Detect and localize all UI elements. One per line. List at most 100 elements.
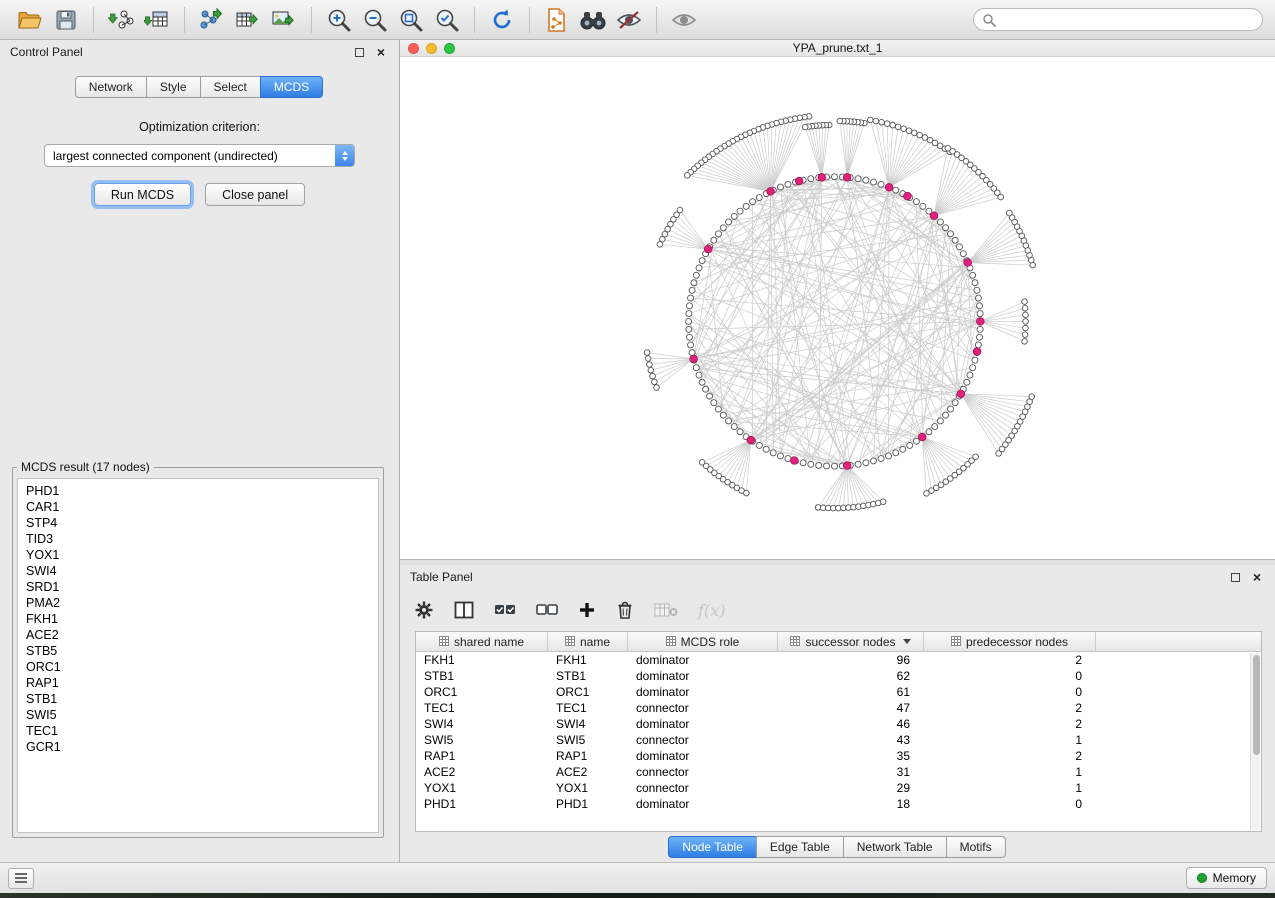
- table-cell[interactable]: connector: [628, 764, 778, 780]
- export-table-icon[interactable]: [230, 4, 266, 36]
- table-row[interactable]: YOX1YOX1connector291: [416, 780, 1261, 796]
- mcds-result-item[interactable]: SWI4: [26, 563, 378, 579]
- table-cell[interactable]: 0: [924, 796, 1096, 812]
- mcds-result-item[interactable]: SRD1: [26, 579, 378, 595]
- mcds-result-item[interactable]: STB1: [26, 691, 378, 707]
- import-table-file-icon[interactable]: [139, 4, 175, 36]
- table-cell[interactable]: 0: [924, 668, 1096, 684]
- table-row[interactable]: TEC1TEC1connector472: [416, 700, 1261, 716]
- table-cell[interactable]: 31: [778, 764, 924, 780]
- table-cell[interactable]: 2: [924, 748, 1096, 764]
- select-all-icon[interactable]: [494, 596, 516, 624]
- table-cell[interactable]: 2: [924, 652, 1096, 668]
- zoom-selected-icon[interactable]: [429, 4, 465, 36]
- float-panel-icon[interactable]: [351, 44, 367, 60]
- mcds-result-item[interactable]: ORC1: [26, 659, 378, 675]
- mcds-result-item[interactable]: TID3: [26, 531, 378, 547]
- tab-edge-table[interactable]: Edge Table: [756, 836, 844, 858]
- table-cell[interactable]: 1: [924, 732, 1096, 748]
- table-cell[interactable]: STB1: [548, 668, 628, 684]
- mcds-result-item[interactable]: FKH1: [26, 611, 378, 627]
- mcds-result-item[interactable]: ACE2: [26, 627, 378, 643]
- table-cell[interactable]: SWI5: [548, 732, 628, 748]
- mcds-result-item[interactable]: TEC1: [26, 723, 378, 739]
- table-row[interactable]: FKH1FKH1dominator962: [416, 652, 1261, 668]
- zoom-in-icon[interactable]: [321, 4, 357, 36]
- table-cell[interactable]: FKH1: [416, 652, 548, 668]
- criterion-dropdown[interactable]: largest connected component (undirected): [44, 144, 355, 167]
- tab-motifs[interactable]: Motifs: [946, 836, 1006, 858]
- table-cell[interactable]: connector: [628, 780, 778, 796]
- mcds-result-list[interactable]: PHD1CAR1STP4TID3YOX1SWI4SRD1PMA2FKH1ACE2…: [17, 478, 379, 833]
- table-cell[interactable]: dominator: [628, 684, 778, 700]
- mcds-result-item[interactable]: PHD1: [26, 483, 378, 499]
- table-cell[interactable]: ACE2: [548, 764, 628, 780]
- column-header-successor-nodes[interactable]: successor nodes: [778, 632, 924, 651]
- table-row[interactable]: ACE2ACE2connector311: [416, 764, 1261, 780]
- table-cell[interactable]: 1: [924, 780, 1096, 796]
- export-image-icon[interactable]: [266, 4, 302, 36]
- close-panel-button[interactable]: Close panel: [205, 183, 305, 206]
- table-cell[interactable]: 96: [778, 652, 924, 668]
- search-field[interactable]: [973, 8, 1263, 31]
- table-cell[interactable]: dominator: [628, 652, 778, 668]
- column-header-predecessor-nodes[interactable]: predecessor nodes: [924, 632, 1096, 651]
- table-cell[interactable]: YOX1: [416, 780, 548, 796]
- table-cell[interactable]: YOX1: [548, 780, 628, 796]
- table-cell[interactable]: 62: [778, 668, 924, 684]
- tab-style[interactable]: Style: [146, 76, 201, 98]
- import-network-file-icon[interactable]: [103, 4, 139, 36]
- export-network-icon[interactable]: [194, 4, 230, 36]
- close-table-panel-icon[interactable]: ×: [1249, 569, 1265, 585]
- table-cell[interactable]: 46: [778, 716, 924, 732]
- scrollbar-thumb[interactable]: [1253, 655, 1260, 755]
- table-row[interactable]: RAP1RAP1dominator352: [416, 748, 1261, 764]
- table-row[interactable]: SWI5SWI5connector431: [416, 732, 1261, 748]
- hide-graphics-details-icon[interactable]: [611, 4, 647, 36]
- table-cell[interactable]: dominator: [628, 796, 778, 812]
- table-cell[interactable]: TEC1: [416, 700, 548, 716]
- table-cell[interactable]: 61: [778, 684, 924, 700]
- table-cell[interactable]: RAP1: [548, 748, 628, 764]
- tab-mcds[interactable]: MCDS: [260, 76, 323, 98]
- tab-network[interactable]: Network: [75, 76, 147, 98]
- table-row[interactable]: SWI4SWI4dominator462: [416, 716, 1261, 732]
- table-cell[interactable]: dominator: [628, 748, 778, 764]
- table-cell[interactable]: 18: [778, 796, 924, 812]
- table-cell[interactable]: 2: [924, 700, 1096, 716]
- table-cell[interactable]: connector: [628, 700, 778, 716]
- mcds-result-item[interactable]: STP4: [26, 515, 378, 531]
- table-row[interactable]: STB1STB1dominator620: [416, 668, 1261, 684]
- column-header-shared-name[interactable]: shared name: [416, 632, 548, 651]
- table-cell[interactable]: 35: [778, 748, 924, 764]
- find-binoculars-icon[interactable]: [575, 4, 611, 36]
- mcds-result-item[interactable]: GCR1: [26, 739, 378, 755]
- table-cell[interactable]: 0: [924, 684, 1096, 700]
- close-window-icon[interactable]: [408, 43, 419, 54]
- delete-column-icon[interactable]: [616, 596, 634, 624]
- tab-network-table[interactable]: Network Table: [843, 836, 947, 858]
- show-graphics-details-icon[interactable]: [666, 4, 702, 36]
- search-input[interactable]: [996, 13, 1254, 27]
- zoom-out-icon[interactable]: [357, 4, 393, 36]
- table-cell[interactable]: 43: [778, 732, 924, 748]
- column-header-MCDS-role[interactable]: MCDS role: [628, 632, 778, 651]
- add-column-icon[interactable]: [578, 596, 596, 624]
- network-canvas[interactable]: [400, 57, 1275, 559]
- mcds-result-item[interactable]: SWI5: [26, 707, 378, 723]
- table-cell[interactable]: connector: [628, 732, 778, 748]
- table-cell[interactable]: dominator: [628, 716, 778, 732]
- share-document-icon[interactable]: [539, 4, 575, 36]
- maximize-window-icon[interactable]: [444, 43, 455, 54]
- table-cell[interactable]: 29: [778, 780, 924, 796]
- column-header-name[interactable]: name: [548, 632, 628, 651]
- tab-select[interactable]: Select: [200, 76, 261, 98]
- table-vertical-scrollbar[interactable]: [1250, 653, 1260, 830]
- table-cell[interactable]: 2: [924, 716, 1096, 732]
- task-history-icon[interactable]: [8, 868, 34, 889]
- table-cell[interactable]: 1: [924, 764, 1096, 780]
- table-row[interactable]: PHD1PHD1dominator180: [416, 796, 1261, 812]
- tab-node-table[interactable]: Node Table: [668, 836, 757, 858]
- table-cell[interactable]: 47: [778, 700, 924, 716]
- table-cell[interactable]: TEC1: [548, 700, 628, 716]
